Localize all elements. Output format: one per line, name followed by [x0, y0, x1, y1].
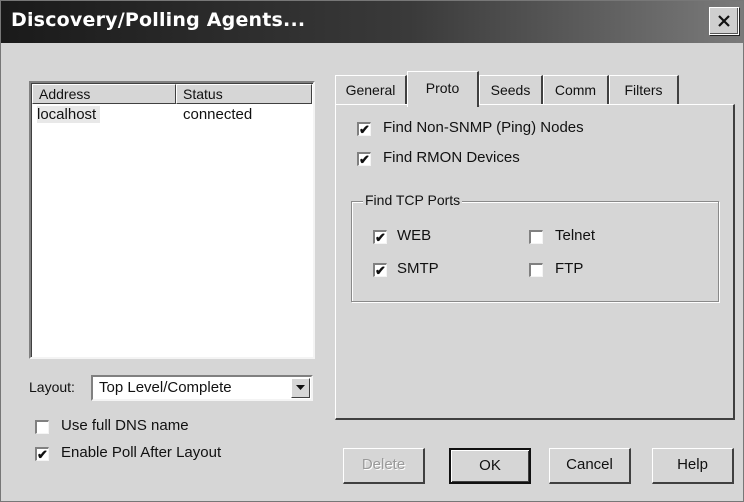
use-full-dns-label: Use full DNS name [61, 417, 189, 434]
list-item[interactable]: localhost connected [32, 105, 312, 125]
find-rmon-label: Find RMON Devices [383, 149, 520, 166]
use-full-dns-checkbox[interactable] [35, 420, 49, 434]
check-icon: ✔ [375, 263, 386, 278]
layout-select[interactable]: Top Level/Complete [91, 375, 313, 401]
find-rmon-checkbox[interactable]: ✔ [357, 152, 371, 166]
check-icon: ✔ [375, 230, 386, 245]
agent-status: connected [183, 106, 253, 123]
web-checkbox[interactable]: ✔ [373, 230, 387, 244]
check-icon: ✔ [359, 152, 370, 167]
dialog-window: Discovery/Polling Agents... Address Stat… [0, 0, 744, 502]
check-icon: ✔ [359, 122, 370, 137]
tab-filters[interactable]: Filters [609, 75, 679, 105]
delete-button[interactable]: Delete [343, 448, 425, 484]
telnet-label: Telnet [555, 227, 596, 244]
ftp-label: FTP [555, 260, 584, 277]
smtp-label: SMTP [397, 260, 439, 277]
tcp-ports-group [351, 201, 719, 302]
agent-address: localhost [37, 106, 101, 123]
close-button[interactable] [709, 7, 739, 35]
enable-poll-label: Enable Poll After Layout [61, 444, 222, 461]
smtp-checkbox[interactable]: ✔ [373, 263, 387, 277]
enable-poll-checkbox[interactable]: ✔ [35, 447, 49, 461]
tab-comm[interactable]: Comm [543, 75, 609, 105]
cancel-button[interactable]: Cancel [549, 448, 631, 484]
web-label: WEB [397, 227, 432, 244]
layout-label: Layout: [29, 379, 75, 395]
help-button[interactable]: Help [652, 448, 734, 484]
column-header-status[interactable]: Status [176, 84, 312, 104]
close-icon [718, 15, 730, 27]
layout-select-value: Top Level/Complete [99, 379, 232, 396]
title-bar[interactable]: Discovery/Polling Agents... [1, 1, 743, 43]
agents-list[interactable]: Address Status localhost connected [29, 81, 315, 359]
list-header: Address Status [32, 84, 312, 104]
tab-general[interactable]: General [335, 75, 407, 105]
window-title: Discovery/Polling Agents... [11, 9, 306, 31]
telnet-checkbox[interactable] [529, 230, 543, 244]
check-icon: ✔ [37, 447, 48, 462]
chevron-down-icon [296, 385, 305, 390]
tab-seeds[interactable]: Seeds [479, 75, 543, 105]
ftp-checkbox[interactable] [529, 263, 543, 277]
dropdown-button[interactable] [291, 378, 310, 398]
ok-button[interactable]: OK [449, 448, 531, 484]
tcp-ports-group-title: Find TCP Ports [363, 192, 463, 208]
find-non-snmp-label: Find Non-SNMP (Ping) Nodes [383, 119, 584, 136]
tab-proto[interactable]: Proto [407, 71, 479, 107]
column-header-address[interactable]: Address [32, 84, 176, 104]
find-non-snmp-checkbox[interactable]: ✔ [357, 122, 371, 136]
